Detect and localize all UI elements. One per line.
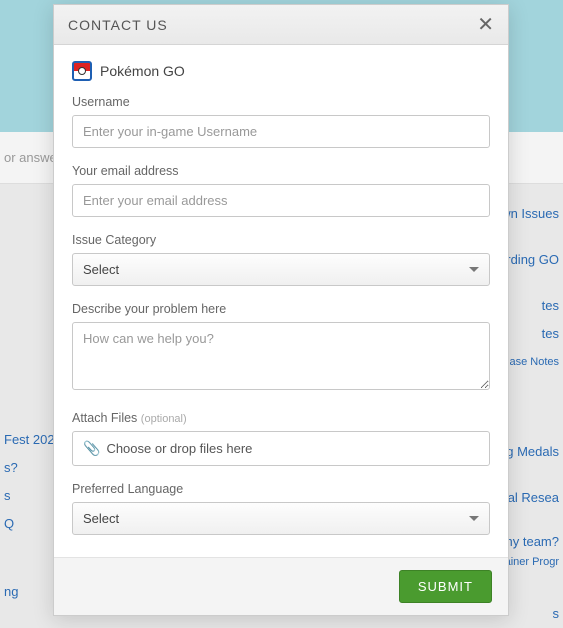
language-label: Preferred Language bbox=[72, 482, 490, 496]
chevron-down-icon bbox=[469, 267, 479, 272]
modal-footer: SUBMIT bbox=[54, 557, 508, 615]
contact-modal: CONTACT US ✕ Pokémon GO Username Your em… bbox=[53, 4, 509, 616]
chevron-down-icon bbox=[469, 516, 479, 521]
app-name: Pokémon GO bbox=[100, 63, 185, 79]
category-select[interactable]: Select bbox=[72, 253, 490, 286]
describe-label: Describe your problem here bbox=[72, 302, 490, 316]
pokeball-icon bbox=[72, 61, 92, 81]
email-label: Your email address bbox=[72, 164, 490, 178]
attach-label: Attach Files (optional) bbox=[72, 411, 490, 425]
submit-button[interactable]: SUBMIT bbox=[399, 570, 492, 603]
describe-textarea[interactable] bbox=[72, 322, 490, 390]
username-input[interactable] bbox=[72, 115, 490, 148]
modal-title: CONTACT US bbox=[68, 17, 168, 33]
modal-header: CONTACT US ✕ bbox=[54, 5, 508, 45]
paperclip-icon: 📎 bbox=[83, 440, 100, 457]
attach-dropzone[interactable]: 📎 Choose or drop files here bbox=[72, 431, 490, 466]
language-select[interactable]: Select bbox=[72, 502, 490, 535]
email-input[interactable] bbox=[72, 184, 490, 217]
username-label: Username bbox=[72, 95, 490, 109]
close-icon[interactable]: ✕ bbox=[477, 15, 494, 35]
category-label: Issue Category bbox=[72, 233, 490, 247]
app-row: Pokémon GO bbox=[72, 61, 490, 81]
